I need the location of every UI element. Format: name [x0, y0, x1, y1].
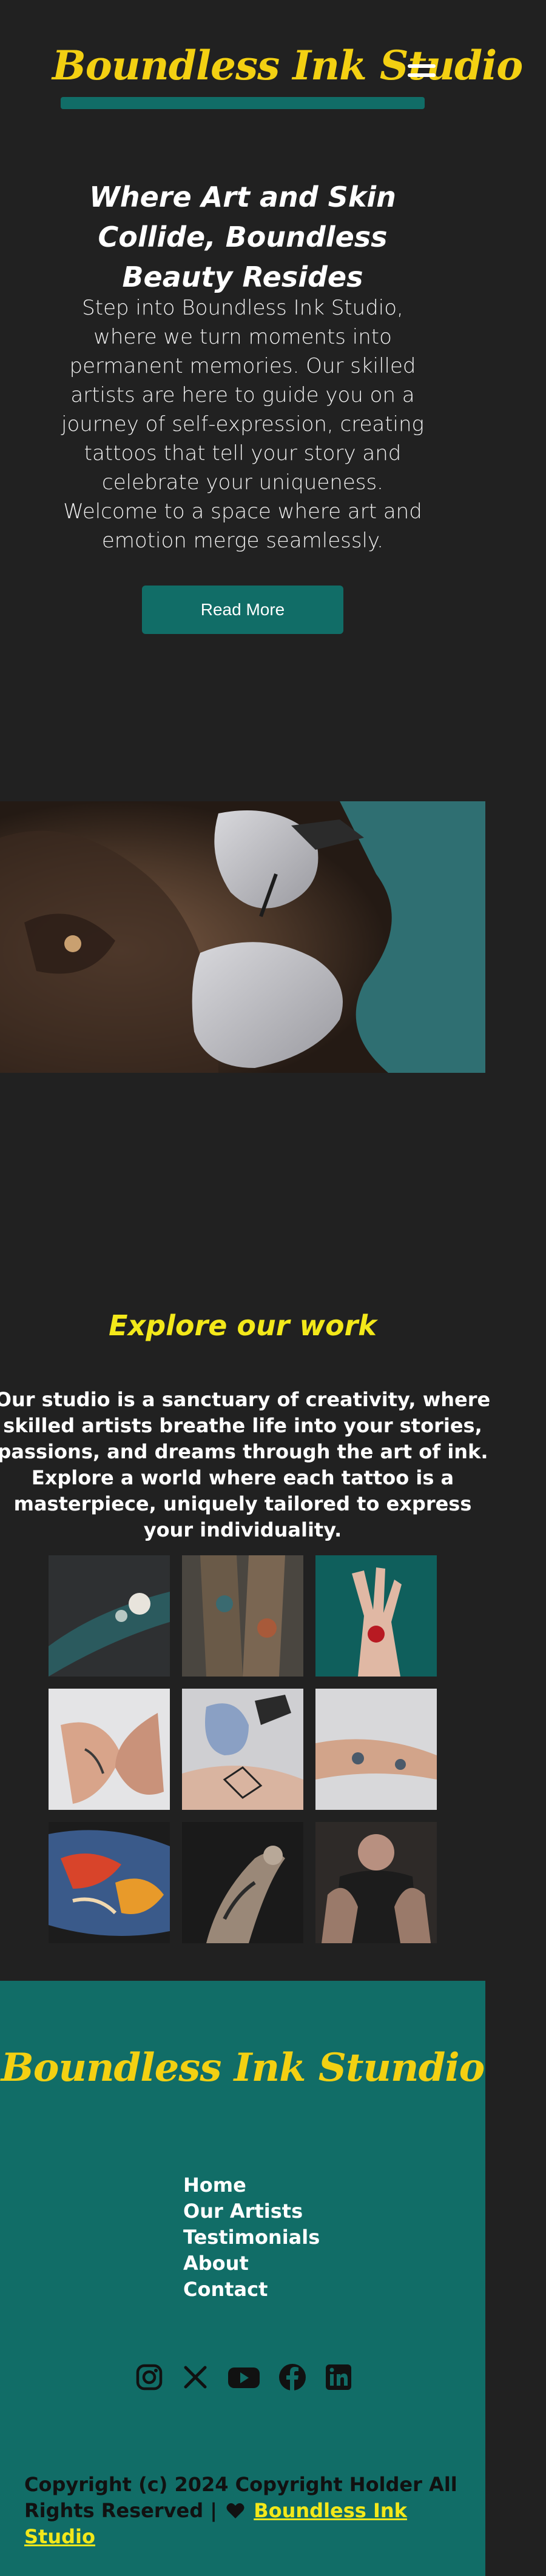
linkedin-icon[interactable]: [324, 2363, 353, 2392]
header-accent-bar: [61, 97, 425, 109]
explore-title: Explore our work: [109, 1309, 377, 1342]
footer-nav-about[interactable]: About: [183, 2251, 320, 2277]
hero-text: Step into Boundless Ink Studio, where we…: [61, 296, 424, 553]
footer-nav-our-artists[interactable]: Our Artists: [183, 2198, 320, 2224]
youtube-icon[interactable]: [227, 2363, 261, 2392]
hero-title: Where Art and Skin Collide, Boundless Be…: [89, 181, 396, 293]
hero-tattoo-image: [0, 801, 485, 1073]
explore-text: Our studio is a sanctuary of creativity,…: [0, 1388, 491, 1541]
instagram-icon[interactable]: [135, 2363, 164, 2392]
gallery-image[interactable]: [182, 1689, 303, 1810]
gallery-image[interactable]: [49, 1689, 170, 1810]
copyright-text: Copyright (c) 2024 Copyright Holder All …: [24, 2472, 467, 2550]
footer-nav: Home Our Artists Testimonials About Cont…: [183, 2172, 320, 2303]
facebook-icon[interactable]: [278, 2363, 307, 2392]
footer-nav-home[interactable]: Home: [183, 2172, 320, 2198]
gallery-image[interactable]: [49, 1555, 170, 1677]
social-links: [135, 2363, 353, 2392]
gallery-image[interactable]: [49, 1822, 170, 1943]
site-footer: Boundless Ink Stundio Home Our Artists T…: [0, 1981, 485, 2576]
footer-nav-testimonials[interactable]: Testimonials: [183, 2224, 320, 2251]
footer-brand[interactable]: Boundless Ink Stundio: [0, 2045, 485, 2090]
footer-nav-contact[interactable]: Contact: [183, 2277, 320, 2303]
gallery-image[interactable]: [182, 1555, 303, 1677]
x-icon[interactable]: [181, 2363, 210, 2392]
work-gallery: [49, 1555, 437, 1943]
gallery-image[interactable]: [315, 1689, 437, 1810]
gallery-image[interactable]: [315, 1822, 437, 1943]
gallery-image[interactable]: [315, 1555, 437, 1677]
hamburger-menu-icon[interactable]: [408, 64, 436, 84]
read-more-button[interactable]: Read More: [142, 586, 343, 634]
heart-icon: [226, 2503, 244, 2518]
gallery-image[interactable]: [182, 1822, 303, 1943]
brand-logo[interactable]: Boundless Ink Studio: [52, 32, 523, 99]
